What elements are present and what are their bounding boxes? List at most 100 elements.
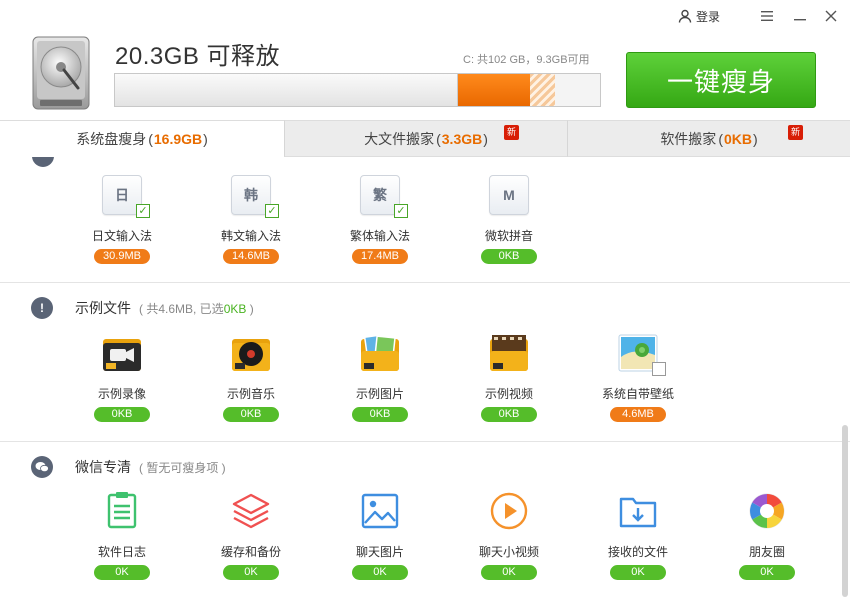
item-label: 示例图片 — [355, 387, 404, 401]
item-size-badge: 0K — [739, 565, 795, 580]
item-size-badge: 0KB — [94, 407, 150, 422]
title-bar: 登录 — [0, 0, 850, 32]
section-subtitle: ( 共4.6MB, 已选0KB ) — [139, 301, 254, 316]
list-item[interactable]: 示例图片 0KB — [330, 333, 430, 422]
item-size-badge: 14.6MB — [223, 249, 279, 264]
tab-size: 0KB — [723, 130, 752, 147]
pending-space-segment — [530, 74, 555, 106]
section-divider — [0, 441, 850, 442]
new-badge: 新 — [788, 125, 803, 140]
section-divider — [0, 282, 850, 283]
tab-label: 大文件搬家 — [364, 130, 435, 147]
item-label: 韩文输入法 — [220, 229, 281, 243]
list-item[interactable]: 软件日志 0K — [72, 491, 172, 580]
menu-button[interactable] — [757, 6, 777, 26]
ime-key-icon: M — [489, 175, 529, 215]
vertical-scrollbar[interactable] — [842, 425, 848, 597]
item-checkbox[interactable]: ✓ — [136, 204, 150, 218]
list-item[interactable]: 系统自带壁纸 4.6MB — [588, 333, 688, 422]
item-size-badge: 0K — [352, 565, 408, 580]
image-icon — [361, 493, 399, 529]
list-item[interactable]: 韩 ✓ 韩文输入法 14.6MB — [201, 175, 301, 264]
list-item[interactable]: 朋友圈 0K — [717, 491, 817, 580]
log-document-icon — [107, 492, 137, 529]
close-button[interactable] — [821, 6, 841, 26]
freeable-space-title: 20.3GB 可释放 — [115, 43, 281, 70]
film-folder-icon — [490, 335, 528, 371]
item-size-badge: 30.9MB — [94, 249, 150, 264]
list-item[interactable]: M 微软拼音 0KB — [459, 175, 559, 264]
list-item[interactable]: 聊天图片 0K — [330, 491, 430, 580]
list-item[interactable]: 缓存和备份 0K — [201, 491, 301, 580]
list-item[interactable]: 聊天小视频 0K — [459, 491, 559, 580]
section-header-wechat: 微信专清 ( 暂无可瘦身项 ) — [31, 456, 226, 478]
item-size-badge: 0KB — [352, 407, 408, 422]
item-size-badge: 0K — [94, 565, 150, 580]
item-label: 朋友圈 — [748, 545, 785, 559]
list-item[interactable]: 示例录像 0KB — [72, 333, 172, 422]
tab-system-disk-slim[interactable]: 系统盘瘦身 (16.9GB) — [0, 120, 284, 157]
item-size-badge: 0KB — [223, 407, 279, 422]
item-label: 示例音乐 — [226, 387, 275, 401]
music-folder-icon — [232, 339, 270, 371]
cleanup-list: 日 ✓ 日文输入法 30.9MB 韩 ✓ 韩文输入法 14.6MB 繁 ✓ 繁体输入法… — [0, 157, 850, 600]
item-size-badge: 17.4MB — [352, 249, 408, 264]
play-icon — [490, 492, 528, 530]
info-icon: ! — [31, 297, 53, 319]
item-label: 示例视频 — [484, 387, 533, 401]
picture-folder-icon — [361, 334, 399, 371]
section-icon-partial — [32, 157, 54, 167]
header: 20.3GB 可释放 C: 共102 GB，9.3GB可用 一键瘦身 — [0, 32, 850, 120]
login-button[interactable]: 登录 — [678, 7, 720, 25]
tab-size: 16.9GB — [153, 131, 203, 147]
list-item[interactable]: 示例视频 0KB — [459, 333, 559, 422]
item-label: 接收的文件 — [607, 545, 668, 559]
item-label: 聊天图片 — [355, 545, 404, 559]
item-label: 聊天小视频 — [478, 545, 539, 559]
list-item[interactable]: 日 ✓ 日文输入法 30.9MB — [72, 175, 172, 264]
layers-icon — [232, 493, 270, 529]
disk-usage-bar — [114, 73, 601, 107]
item-size-badge: 0K — [610, 565, 666, 580]
tab-bar: 系统盘瘦身 (16.9GB) 大文件搬家 (3.3GB) 新 软件搬家 (0KB… — [0, 120, 850, 157]
item-size-badge: 4.6MB — [610, 407, 666, 422]
item-size-badge: 0KB — [481, 249, 537, 264]
section-title: 示例文件 — [75, 300, 131, 316]
item-label: 示例录像 — [97, 387, 146, 401]
item-checkbox[interactable]: ✓ — [394, 204, 408, 218]
tab-big-file-move[interactable]: 大文件搬家 (3.3GB) 新 — [284, 120, 567, 157]
item-checkbox[interactable]: ✓ — [265, 204, 279, 218]
minimize-button[interactable] — [790, 6, 810, 26]
item-label: 繁体输入法 — [349, 229, 410, 243]
tab-label: 软件搬家 — [660, 130, 717, 147]
item-label: 日文输入法 — [91, 229, 152, 243]
user-icon — [678, 9, 692, 23]
download-folder-icon — [619, 497, 657, 528]
login-label: 登录 — [696, 9, 721, 24]
hamburger-icon — [761, 11, 773, 21]
minimize-icon — [794, 19, 806, 21]
tab-label: 系统盘瘦身 — [76, 131, 147, 147]
freeable-space-segment — [458, 74, 530, 106]
disk-capacity-info: C: 共102 GB，9.3GB可用 — [463, 54, 590, 66]
tab-software-move[interactable]: 软件搬家 (0KB) 新 — [567, 120, 850, 157]
one-click-slim-button[interactable]: 一键瘦身 — [626, 52, 816, 108]
item-size-badge: 0KB — [481, 407, 537, 422]
tab-size: 3.3GB — [441, 130, 483, 147]
moments-aperture-icon — [749, 493, 785, 529]
item-checkbox[interactable] — [652, 362, 666, 376]
section-title: 微信专清 — [75, 459, 131, 475]
section-header-sample-files: ! 示例文件 ( 共4.6MB, 已选0KB ) — [31, 297, 254, 319]
list-item[interactable]: 繁 ✓ 繁体输入法 17.4MB — [330, 175, 430, 264]
item-label: 缓存和备份 — [220, 545, 281, 559]
item-label: 微软拼音 — [484, 229, 533, 243]
new-badge: 新 — [504, 125, 519, 140]
section-subtitle: ( 暂无可瘦身项 ) — [139, 460, 226, 475]
list-item[interactable]: 示例音乐 0KB — [201, 333, 301, 422]
used-space-segment — [115, 74, 458, 106]
close-icon — [825, 10, 837, 22]
hard-disk-icon — [32, 36, 90, 110]
list-item[interactable]: 接收的文件 0K — [588, 491, 688, 580]
item-size-badge: 0K — [223, 565, 279, 580]
wechat-icon — [31, 456, 53, 478]
